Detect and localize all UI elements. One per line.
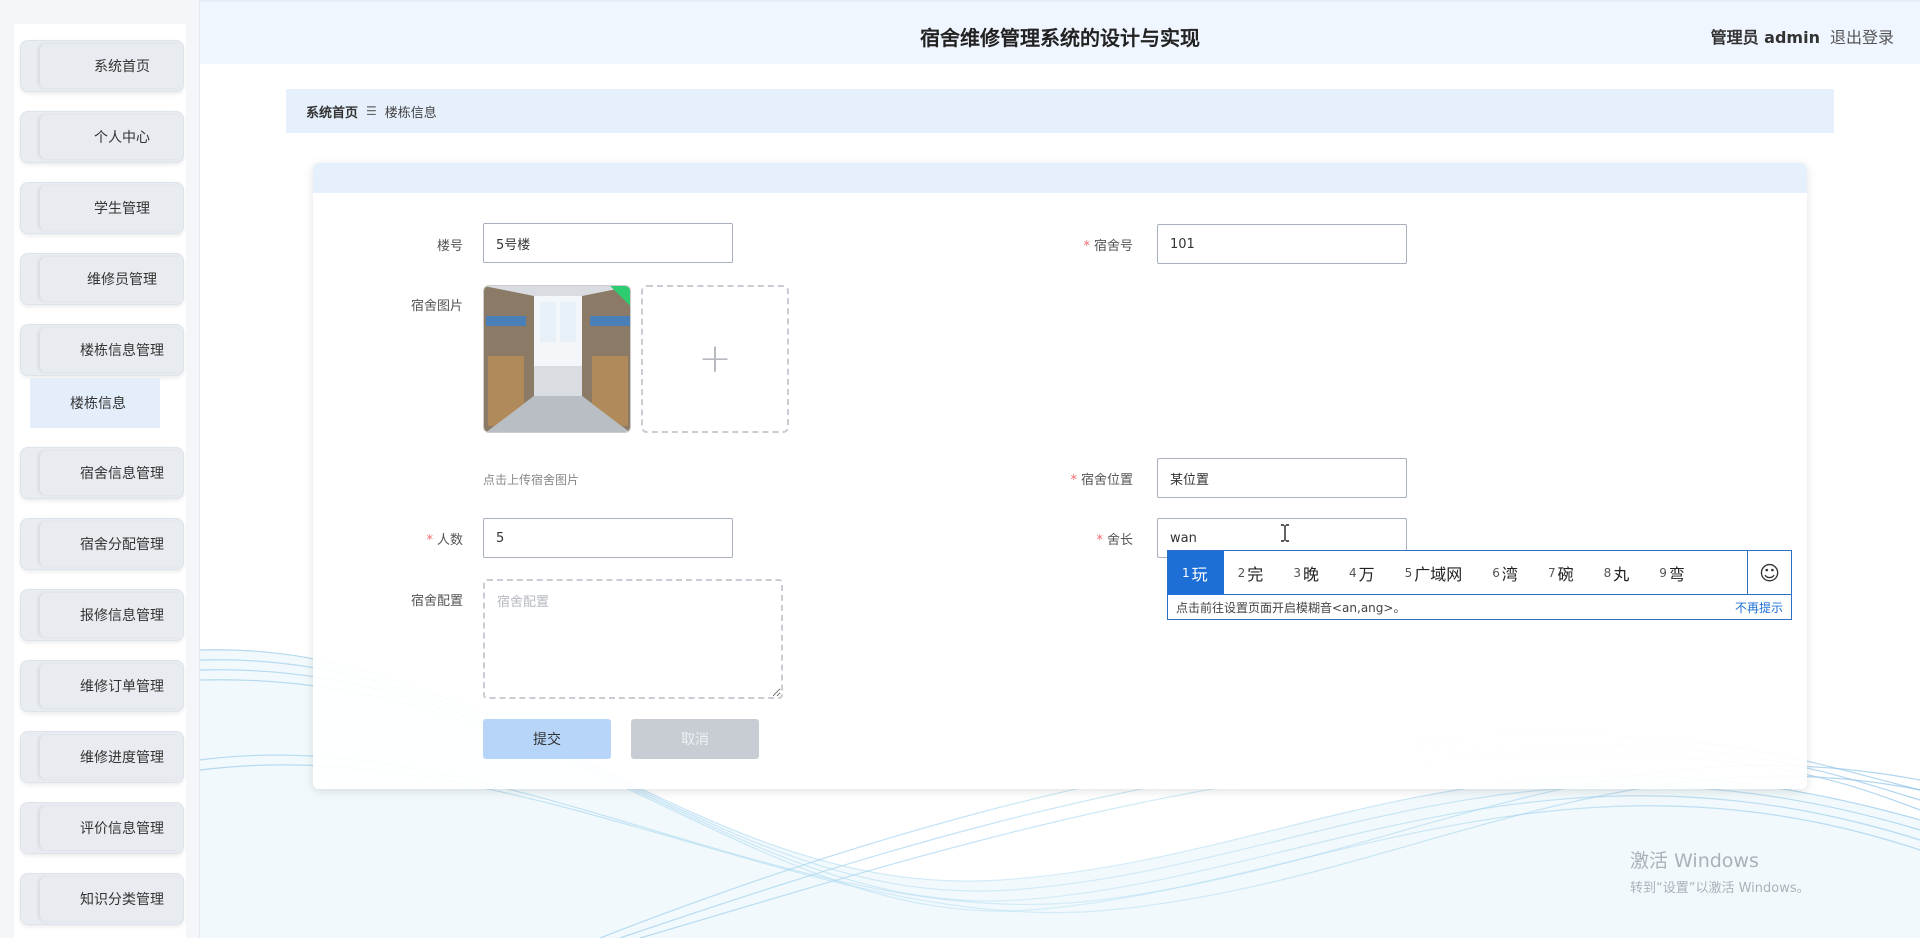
user-area: 管理员 admin 退出登录 bbox=[1711, 24, 1894, 48]
watermark-line1: 激活 Windows bbox=[1630, 850, 1759, 872]
sidebar-item-label: 维修进度管理 bbox=[80, 750, 164, 766]
sidebar-item-reviews[interactable]: 评价信息管理 bbox=[20, 802, 184, 854]
ime-candidate[interactable]: 8丸 bbox=[1590, 551, 1646, 595]
sidebar-item-label: 宿舍信息管理 bbox=[80, 466, 164, 482]
building-label: 楼号 bbox=[436, 239, 463, 254]
upload-photo-button[interactable]: + bbox=[641, 285, 789, 433]
breadcrumb-home[interactable]: 系统首页 bbox=[306, 102, 358, 121]
sidebar-item-label: 维修员管理 bbox=[87, 272, 157, 288]
dorm-no-input[interactable] bbox=[1157, 224, 1407, 264]
sidebar-item-profile[interactable]: 个人中心 bbox=[20, 111, 184, 163]
sidebar-item-label: 个人中心 bbox=[94, 130, 150, 146]
sidebar-subitem-building-info[interactable]: 楼栋信息 bbox=[30, 378, 160, 428]
dorm-room-image bbox=[484, 286, 630, 432]
sidebar-item-label: 系统首页 bbox=[94, 59, 150, 75]
ime-candidate[interactable]: 3晚 bbox=[1279, 551, 1335, 595]
leader-label: * 舍长 bbox=[1096, 533, 1133, 548]
sidebar-item-dorms[interactable]: 宿舍信息管理 bbox=[20, 447, 184, 499]
ime-candidate[interactable]: 6湾 bbox=[1478, 551, 1534, 595]
ime-candidate[interactable]: 2完 bbox=[1224, 551, 1280, 595]
page-title: 宿舍维修管理系统的设计与实现 bbox=[920, 26, 1200, 50]
sidebar-item-knowledge-categories[interactable]: 知识分类管理 bbox=[20, 873, 184, 925]
building-input[interactable] bbox=[483, 223, 733, 263]
sidebar-item-repairers[interactable]: 维修员管理 bbox=[20, 253, 184, 305]
sidebar-item-label: 报修信息管理 bbox=[80, 608, 164, 624]
windows-activation-watermark: 激活 Windows 转到“设置”以激活 Windows。 bbox=[1630, 846, 1810, 896]
dorm-photo-thumbnail[interactable] bbox=[483, 285, 631, 433]
sidebar-item-label: 楼栋信息管理 bbox=[80, 343, 164, 359]
sidebar-item-label: 评价信息管理 bbox=[80, 821, 164, 837]
breadcrumb-separator-icon: ☰ bbox=[366, 104, 377, 118]
top-header: 宿舍维修管理系统的设计与实现 管理员 admin 退出登录 bbox=[200, 0, 1920, 64]
watermark-line2: 转到“设置”以激活 Windows。 bbox=[1630, 881, 1810, 896]
config-label: 宿舍配置 bbox=[410, 594, 463, 609]
ime-candidate-popup: 1玩 2完 3晚 4万 5 广域网 6湾 7碗 8丸 9弯 ☺ 点击前往设置页面开… bbox=[1167, 550, 1792, 620]
sidebar-item-repair-orders[interactable]: 维修订单管理 bbox=[20, 660, 184, 712]
sidebar-item-label: 学生管理 bbox=[94, 201, 150, 217]
breadcrumb-current: 楼栋信息 bbox=[384, 105, 437, 121]
sidebar-item-repair-requests[interactable]: 报修信息管理 bbox=[20, 589, 184, 641]
sidebar-item-dorm-allocation[interactable]: 宿舍分配管理 bbox=[20, 518, 184, 570]
sidebar-item-label: 宿舍分配管理 bbox=[80, 537, 164, 553]
config-textarea[interactable] bbox=[483, 579, 783, 699]
ime-candidate[interactable]: 1玩 bbox=[1168, 551, 1224, 595]
sidebar-item-students[interactable]: 学生管理 bbox=[20, 182, 184, 234]
cancel-button[interactable]: 取消 bbox=[631, 719, 759, 759]
upload-hint: 点击上传宿舍图片 bbox=[483, 473, 580, 487]
location-label: * 宿舍位置 bbox=[1070, 473, 1133, 488]
submit-button[interactable]: 提交 bbox=[483, 719, 611, 759]
breadcrumb: 系统首页 ☰ 楼栋信息 bbox=[286, 89, 1834, 133]
user-role: 管理员 admin bbox=[1710, 28, 1820, 47]
sidebar-item-label: 维修订单管理 bbox=[80, 679, 164, 695]
ime-candidate-row: 1玩 2完 3晚 4万 5 广域网 6湾 7碗 8丸 9弯 ☺ bbox=[1168, 551, 1791, 595]
ime-candidate[interactable]: 4万 bbox=[1335, 551, 1391, 595]
plus-icon: + bbox=[698, 336, 732, 382]
location-input[interactable] bbox=[1157, 458, 1407, 498]
sidebar: 系统首页 个人中心 学生管理 维修员管理 楼栋信息管理 楼栋信息 宿舍信息管理 … bbox=[0, 0, 200, 938]
sidebar-item-home[interactable]: 系统首页 bbox=[20, 40, 184, 92]
logout-link[interactable]: 退出登录 bbox=[1830, 24, 1894, 48]
sidebar-item-repair-progress[interactable]: 维修进度管理 bbox=[20, 731, 184, 783]
ime-candidate[interactable]: 9弯 bbox=[1645, 551, 1701, 595]
ime-candidate[interactable]: 5 广域网 bbox=[1391, 551, 1479, 595]
text-cursor-icon bbox=[1281, 524, 1289, 542]
photo-label: 宿舍图片 bbox=[410, 299, 463, 314]
form-card: 楼号 *宿舍号 宿舍图片 + 点击上传宿舍图片 *宿舍位置 *人数 *舍长 宿舍… bbox=[313, 163, 1807, 789]
dorm-no-label: * 宿舍号 bbox=[1083, 239, 1133, 254]
sidebar-item-label: 知识分类管理 bbox=[80, 892, 164, 908]
card-header-bar bbox=[313, 163, 1807, 193]
ime-dismiss-link[interactable]: 不再提示 bbox=[1735, 599, 1783, 616]
smiley-icon[interactable]: ☺ bbox=[1747, 551, 1791, 595]
ime-hint[interactable]: 点击前往设置页面开启模糊音<an,ang>。 bbox=[1176, 599, 1405, 616]
ime-candidate[interactable]: 7碗 bbox=[1534, 551, 1590, 595]
sidebar-item-buildings[interactable]: 楼栋信息管理 bbox=[20, 324, 184, 376]
count-label: * 人数 bbox=[426, 533, 463, 548]
count-input[interactable] bbox=[483, 518, 733, 558]
